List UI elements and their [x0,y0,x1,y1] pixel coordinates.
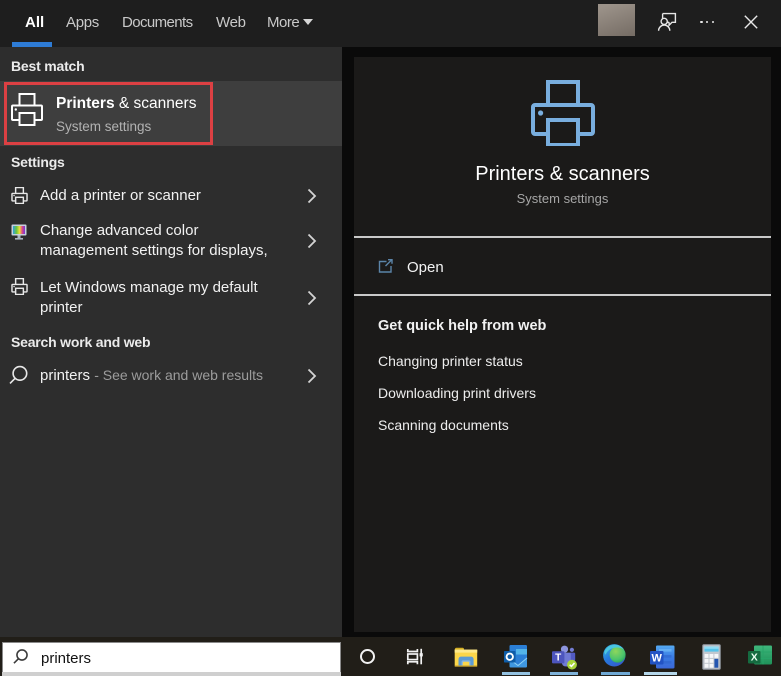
svg-text:T: T [555,653,561,664]
svg-text:X: X [751,652,758,664]
svg-text:W: W [652,653,663,665]
